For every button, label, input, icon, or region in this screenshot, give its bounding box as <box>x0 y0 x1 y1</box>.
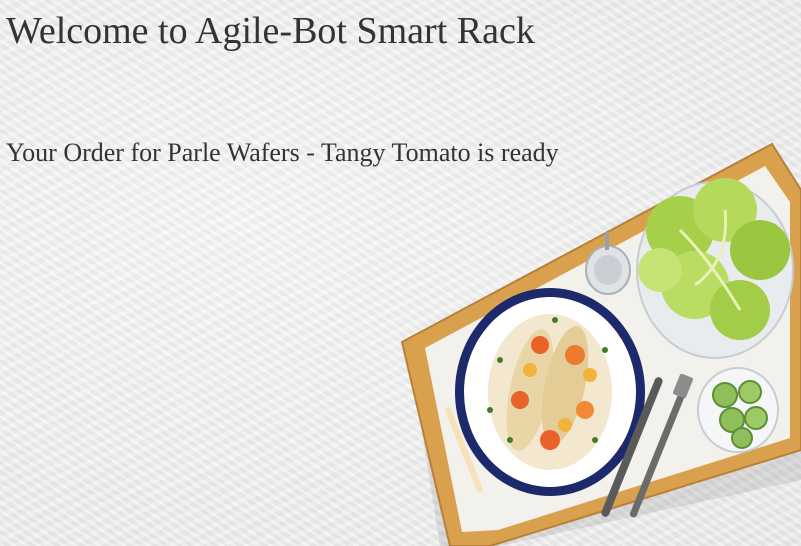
cucumber-bowl <box>697 367 779 453</box>
main-plate <box>455 288 645 496</box>
food-tray-image <box>400 142 801 546</box>
page-title: Welcome to Agile-Bot Smart Rack <box>6 10 535 52</box>
page-background: Welcome to Agile-Bot Smart Rack Your Ord… <box>0 0 801 546</box>
